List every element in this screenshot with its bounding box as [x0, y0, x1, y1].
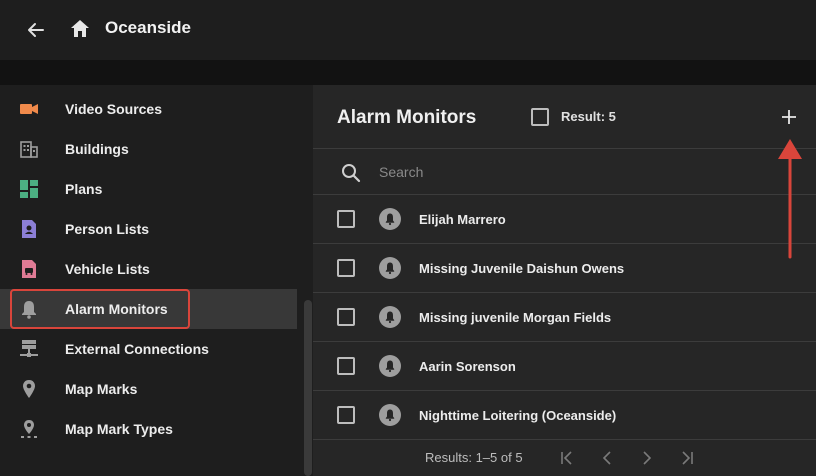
sidebar-item-label: Alarm Monitors: [65, 301, 168, 317]
top-bar: Oceanside: [0, 0, 816, 60]
sidebar-item-plans[interactable]: Plans: [0, 169, 297, 209]
sidebar-item-vehicle-lists[interactable]: Vehicle Lists: [0, 249, 297, 289]
alarm-monitor-name: Missing juvenile Morgan Fields: [419, 310, 612, 325]
list-item[interactable]: Nighttime Loitering (Oceanside): [313, 391, 816, 440]
bell-icon: [379, 257, 401, 279]
next-page-icon[interactable]: [637, 448, 657, 468]
row-checkbox[interactable]: [337, 357, 355, 375]
panel-title: Alarm Monitors: [337, 107, 477, 128]
header-spacer: [0, 60, 816, 85]
sidebar-item-video-sources[interactable]: Video Sources: [0, 89, 297, 129]
map-pin-icon: [18, 378, 40, 400]
vehicle-list-icon: [18, 258, 40, 280]
last-page-icon[interactable]: [677, 448, 697, 468]
sidebar-item-label: Video Sources: [65, 101, 163, 117]
alarm-monitor-name: Aarin Sorenson: [419, 359, 516, 374]
row-checkbox[interactable]: [337, 308, 355, 326]
previous-page-icon[interactable]: [597, 448, 617, 468]
list-item[interactable]: Elijah Marrero: [313, 195, 816, 244]
bell-icon: [18, 298, 40, 320]
add-button[interactable]: [777, 105, 801, 129]
search-icon: [340, 162, 362, 184]
select-all-checkbox[interactable]: [531, 108, 549, 126]
alarm-monitor-name: Elijah Marrero: [419, 212, 506, 227]
bell-icon: [379, 355, 401, 377]
sidebar-item-label: External Connections: [65, 341, 209, 357]
page-title: Oceanside: [105, 18, 191, 37]
bell-icon: [379, 208, 401, 230]
network-icon: [18, 338, 40, 360]
list-item[interactable]: Missing juvenile Morgan Fields: [313, 293, 816, 342]
search-input[interactable]: [379, 161, 779, 183]
sidebar-item-person-lists[interactable]: Person Lists: [0, 209, 297, 249]
map-pin-type-icon: [18, 418, 40, 440]
sidebar-item-label: Map Mark Types: [65, 421, 173, 437]
dashboard-icon: [18, 178, 40, 200]
alarm-monitor-name: Nighttime Loitering (Oceanside): [419, 408, 617, 423]
sidebar-item-external-connections[interactable]: External Connections: [0, 329, 297, 369]
pagination-info: Results: 1–5 of 5: [425, 450, 523, 465]
back-arrow-icon[interactable]: [22, 16, 50, 44]
list-item[interactable]: Aarin Sorenson: [313, 342, 816, 391]
list-item[interactable]: Missing Juvenile Daishun Owens: [313, 244, 816, 293]
plus-icon: [782, 110, 796, 124]
sidebar: Video Sources Buildings Plans Person Lis…: [0, 85, 313, 476]
panel-header: Alarm Monitors Result: 5: [313, 85, 816, 149]
row-checkbox[interactable]: [337, 406, 355, 424]
bell-icon: [379, 404, 401, 426]
bell-icon: [379, 306, 401, 328]
sidebar-item-label: Vehicle Lists: [65, 261, 150, 277]
row-checkbox[interactable]: [337, 259, 355, 277]
home-icon[interactable]: [66, 15, 94, 43]
result-count: Result: 5: [561, 109, 616, 124]
pagination: Results: 1–5 of 5: [313, 440, 816, 476]
row-checkbox[interactable]: [337, 210, 355, 228]
sidebar-item-label: Person Lists: [65, 221, 150, 237]
sidebar-item-map-marks[interactable]: Map Marks: [0, 369, 297, 409]
video-camera-icon: [18, 98, 40, 120]
search-bar: [313, 149, 816, 195]
sidebar-item-label: Buildings: [65, 141, 129, 157]
building-icon: [18, 138, 40, 160]
sidebar-item-map-mark-types[interactable]: Map Mark Types: [0, 409, 297, 449]
sidebar-scrollbar[interactable]: [304, 300, 312, 476]
first-page-icon[interactable]: [557, 448, 577, 468]
sidebar-item-label: Plans: [65, 181, 103, 197]
sidebar-item-buildings[interactable]: Buildings: [0, 129, 297, 169]
sidebar-item-alarm-monitors[interactable]: Alarm Monitors: [0, 289, 297, 329]
alarm-monitor-name: Missing Juvenile Daishun Owens: [419, 261, 625, 276]
alarm-monitors-panel: Alarm Monitors Result: 5 Elijah Marrero …: [313, 85, 816, 476]
sidebar-item-label: Map Marks: [65, 381, 138, 397]
person-list-icon: [18, 218, 40, 240]
